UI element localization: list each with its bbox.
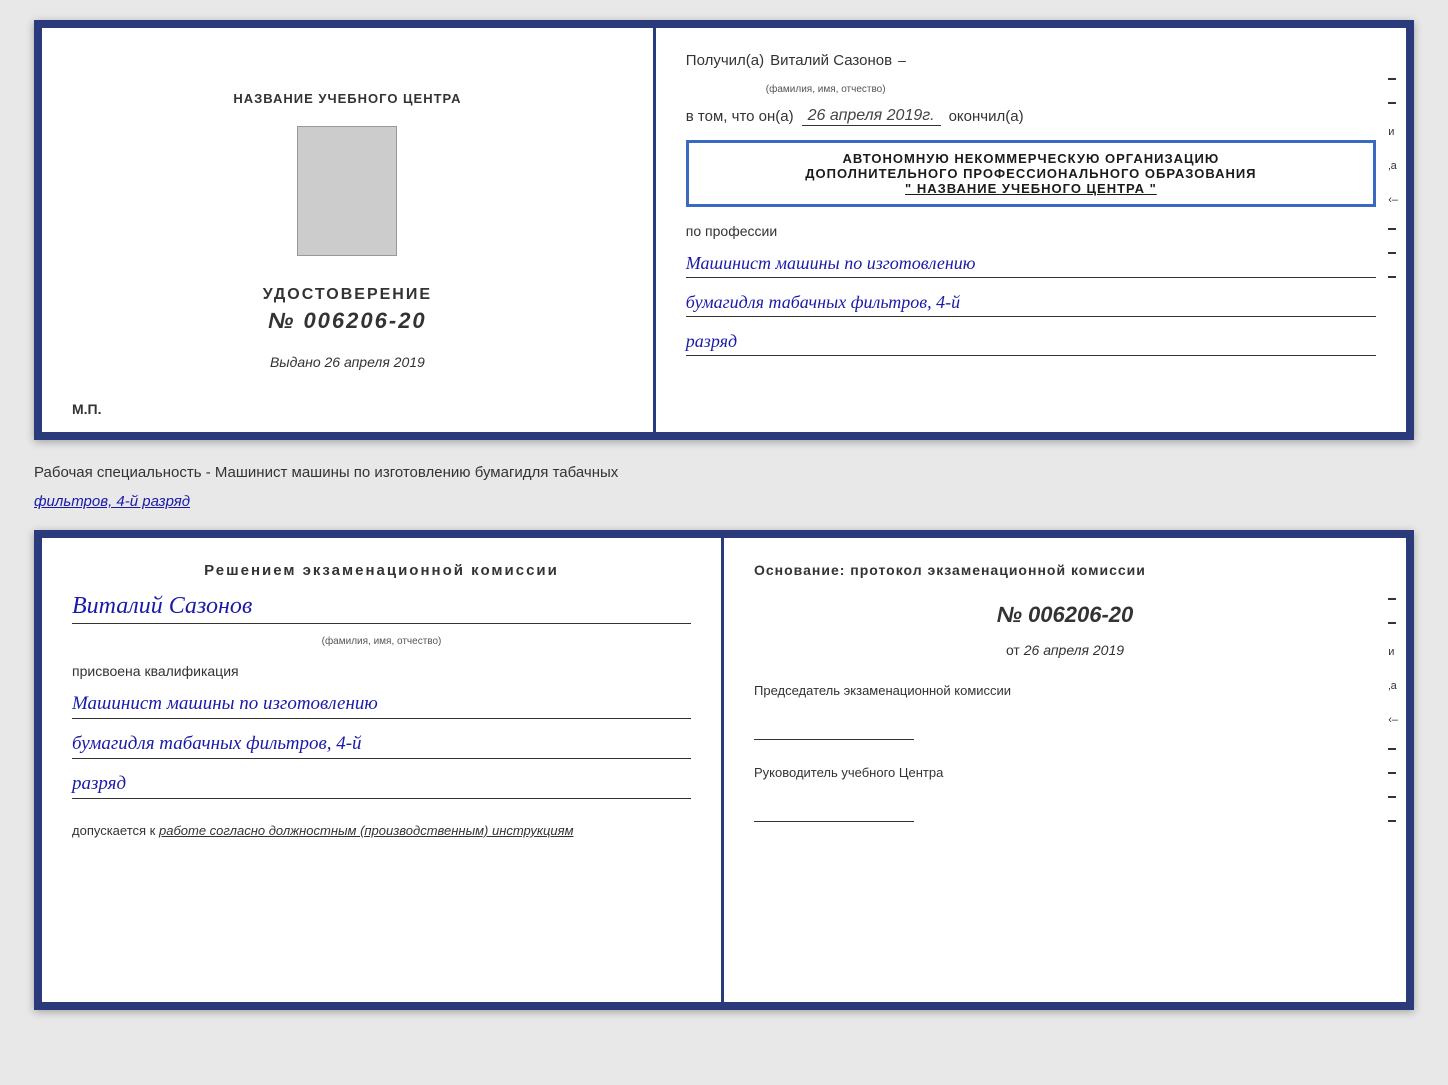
edge-mark-5 (1388, 276, 1396, 278)
edge-b-mark-1 (1388, 598, 1396, 600)
admission-prefix: допускается к (72, 823, 155, 838)
edge-b-mark-a: ‚а (1388, 680, 1398, 692)
cert-photo-placeholder (297, 126, 397, 256)
chairman-signature-line (754, 720, 914, 740)
doc-date-line: от 26 апреля 2019 (754, 642, 1376, 658)
profession-line2: бумагидля табачных фильтров, 4-й (686, 292, 1376, 317)
top-cert-right-panel: Получил(а) Виталий Сазонов – (фамилия, и… (656, 28, 1406, 432)
admission-line: допускается к работе согласно должностны… (72, 823, 691, 838)
specialist-label-line2: фильтров, 4-й разряд (34, 485, 1414, 514)
edge-b-mark-6 (1388, 820, 1396, 822)
specialist-text1: Рабочая специальность - Машинист машины … (34, 464, 618, 481)
edge-mark-arr: ‹– (1388, 194, 1398, 206)
bottom-cert-right-panel: Основание: протокол экзаменационной коми… (724, 538, 1406, 1002)
director-block: Руководитель учебного Центра (754, 764, 1376, 822)
bottom-person-subtitle: (фамилия, имя, отчество) (72, 636, 691, 647)
stamp-line2: ДОПОЛНИТЕЛЬНОГО ПРОФЕССИОНАЛЬНОГО ОБРАЗО… (701, 166, 1361, 181)
edge-b-mark-3 (1388, 748, 1396, 750)
profession-line3: разряд (686, 331, 1376, 356)
edge-mark-2 (1388, 102, 1396, 104)
recipient-subtitle-line: (фамилия, имя, отчество) (686, 79, 1376, 97)
top-cert-heading: НАЗВАНИЕ УЧЕБНОГО ЦЕНТРА (233, 91, 461, 106)
vtom-date: 26 апреля 2019г. (802, 107, 941, 126)
doc-number: № 006206-20 (754, 602, 1376, 628)
edge-b-mark-i: и (1388, 646, 1398, 658)
edge-mark-1 (1388, 78, 1396, 80)
cert-title: УДОСТОВЕРЕНИЕ (263, 286, 432, 304)
right-edge-marks-bottom: и ‚а ‹– (1388, 598, 1398, 822)
top-cert-left-panel: НАЗВАНИЕ УЧЕБНОГО ЦЕНТРА УДОСТОВЕРЕНИЕ №… (42, 28, 656, 432)
recipient-name: Виталий Сазонов (770, 52, 892, 69)
cert-number: № 006206-20 (268, 308, 427, 334)
qual-line3: разряд (72, 773, 691, 799)
profession-line1: Машинист машины по изготовлению (686, 253, 1376, 278)
right-edge-marks: и ‚а ‹– (1388, 78, 1398, 278)
edge-b-mark-arr: ‹– (1388, 714, 1398, 726)
specialist-text2: фильтров, 4-й разряд (34, 493, 190, 510)
decision-heading: Решением экзаменационной комиссии (72, 562, 691, 579)
admission-text: работе согласно должностным (производств… (159, 823, 574, 838)
edge-b-mark-2 (1388, 622, 1396, 624)
chairman-label: Председатель экзаменационной комиссии (754, 682, 1376, 700)
top-certificate: НАЗВАНИЕ УЧЕБНОГО ЦЕНТРА УДОСТОВЕРЕНИЕ №… (34, 20, 1414, 440)
specialist-label-line1: Рабочая специальность - Машинист машины … (34, 456, 1414, 485)
bottom-cert-left-panel: Решением экзаменационной комиссии Витали… (42, 538, 724, 1002)
basis-label: Основание: протокол экзаменационной коми… (754, 562, 1376, 578)
recipient-subtitle: (фамилия, имя, отчество) (766, 84, 886, 95)
stamp-line3: " НАЗВАНИЕ УЧЕБНОГО ЦЕНТРА " (701, 181, 1361, 196)
specialist-label-section: Рабочая специальность - Машинист машины … (34, 456, 1414, 514)
assigned-label: присвоена квалификация (72, 663, 691, 679)
director-signature-line (754, 802, 914, 822)
edge-mark-3 (1388, 228, 1396, 230)
edge-b-mark-4 (1388, 772, 1396, 774)
director-label: Руководитель учебного Центра (754, 764, 1376, 782)
chairman-block: Председатель экзаменационной комиссии (754, 682, 1376, 740)
recipient-prefix: Получил(а) (686, 52, 764, 69)
bottom-person-name: Виталий Сазонов (72, 593, 691, 624)
edge-mark-i: и (1388, 126, 1398, 138)
bottom-certificate: Решением экзаменационной комиссии Витали… (34, 530, 1414, 1010)
mp-label: М.П. (72, 401, 102, 417)
cert-issued: Выдано 26 апреля 2019 (270, 354, 425, 370)
stamp-line1: АВТОНОМНУЮ НЕКОММЕРЧЕСКУЮ ОРГАНИЗАЦИЮ (701, 151, 1361, 166)
profession-label: по профессии (686, 223, 1376, 239)
vtom-line: в том, что он(а) 26 апреля 2019г. окончи… (686, 107, 1376, 126)
qual-line2: бумагидля табачных фильтров, 4-й (72, 733, 691, 759)
doc-date: 26 апреля 2019 (1024, 642, 1124, 658)
qual-line1: Машинист машины по изготовлению (72, 693, 691, 719)
stamp-block: АВТОНОМНУЮ НЕКОММЕРЧЕСКУЮ ОРГАНИЗАЦИЮ ДО… (686, 140, 1376, 207)
recipient-line: Получил(а) Виталий Сазонов – (686, 52, 1376, 69)
edge-mark-4 (1388, 252, 1396, 254)
issued-date: 26 апреля 2019 (325, 354, 425, 370)
edge-mark-a: ‚а (1388, 160, 1398, 172)
vtom-prefix: в том, что он(а) (686, 108, 794, 125)
doc-date-prefix: от (1006, 642, 1020, 658)
edge-b-mark-5 (1388, 796, 1396, 798)
issued-label: Выдано (270, 354, 321, 370)
vtom-suffix: окончил(а) (949, 108, 1024, 125)
